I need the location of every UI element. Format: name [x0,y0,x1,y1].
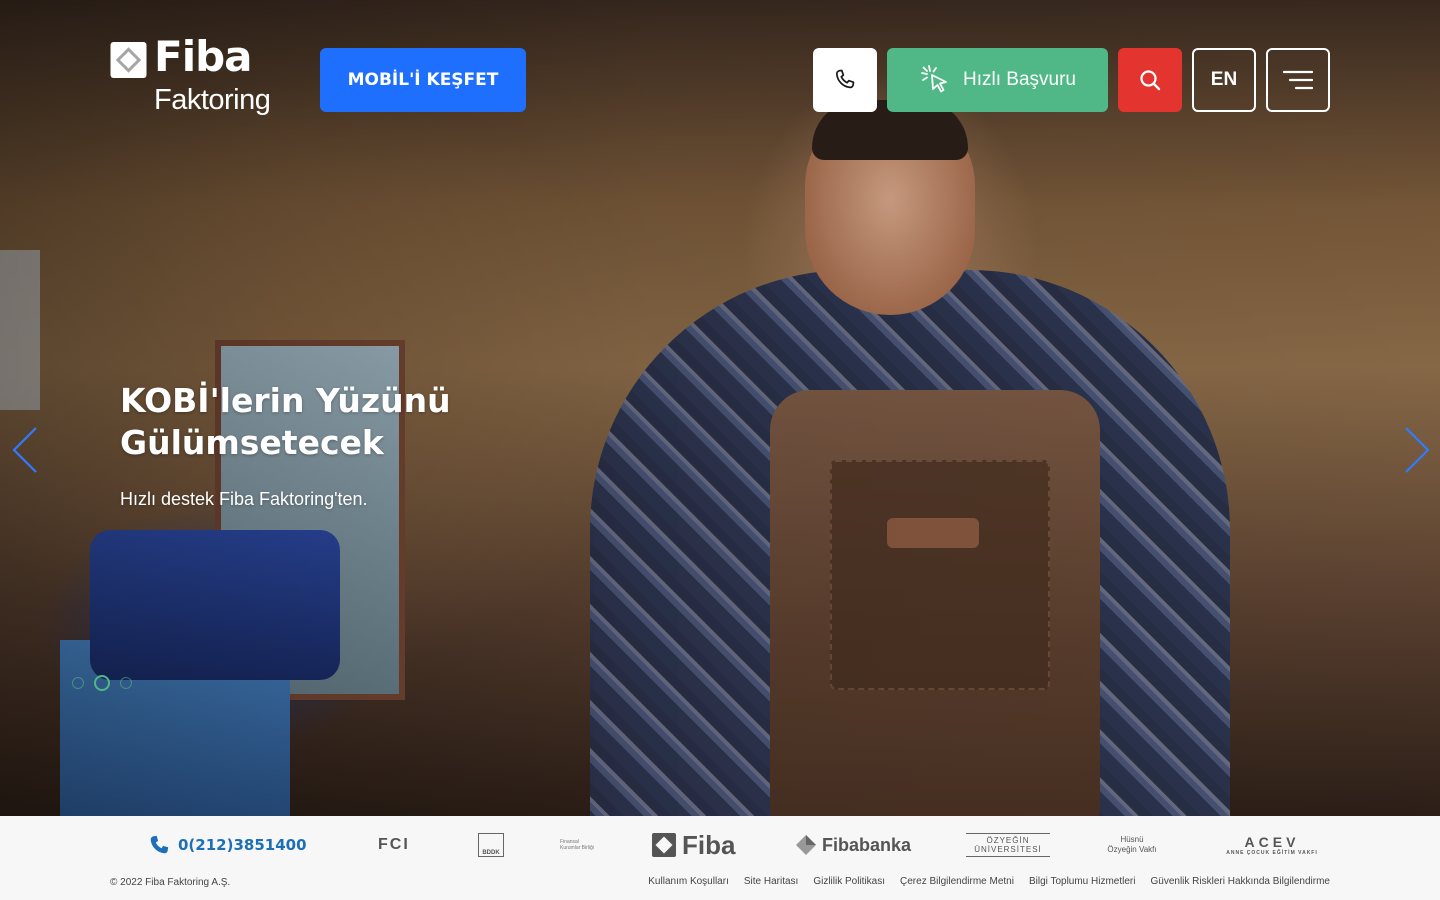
footer: 0(212)3851400 FCI BDDK Finansal Kurumlar… [0,816,1440,900]
slider-pagination [72,675,132,691]
ozyegin-top-text: ÖZYEĞİN [986,836,1030,845]
copyright-text: © 2022 Fiba Faktoring A.Ş. [110,877,231,888]
hero-subtitle: Hızlı destek Fiba Faktoring'ten. [120,489,368,509]
fiba-partner-text: Fiba [682,829,736,860]
bddk-text: BDDK [482,850,500,856]
ozyegin-bottom-text: ÜNİVERSİTESİ [974,845,1042,854]
fibabanka-diamond-icon [796,835,816,855]
footer-link-site-haritasi[interactable]: Site Haritası [744,876,798,887]
menu-button[interactable] [1266,48,1330,112]
chevron-left-icon [12,427,37,473]
slider-next-button[interactable] [1400,424,1434,476]
footer-links: Kullanım Koşulları Site Haritası Gizlili… [648,876,1330,887]
hizli-basvuru-label: Hızlı Başvuru [963,69,1076,90]
phone-icon [835,69,855,89]
footer-link-kullanim-kosullari[interactable]: Kullanım Koşulları [648,876,729,887]
fiba-logo-mark-icon [110,42,147,78]
fibabanka-text: Fibabanka [822,834,912,855]
cursor-click-icon [921,65,947,93]
footer-phone-link[interactable]: 0(212)3851400 [148,834,307,856]
acev-letters: ACEV [1244,834,1300,850]
partner-fiba-logo[interactable]: Fiba [652,830,735,860]
footer-link-bilgi-toplumu[interactable]: Bilgi Toplumu Hizmetleri [1029,876,1136,887]
fkb-text: Finansal Kurumlar Birliği [560,839,594,851]
husnu-bottom-text: Özyeğin Vakfı [1107,845,1157,854]
language-switch-button[interactable]: EN [1192,48,1256,112]
partner-fci-logo[interactable]: FCI [378,830,410,860]
logo-text-faktoring: Faktoring [154,84,271,116]
footer-link-gizlilik-politikasi[interactable]: Gizlilik Politikası [813,876,885,887]
slider-dot-1[interactable] [72,677,84,689]
chevron-right-icon [1405,427,1430,473]
slider-prev-button[interactable] [8,424,42,476]
fiba-mark-icon [652,833,676,857]
partner-bddk-logo[interactable]: BDDK [478,833,504,857]
partner-fkb-logo[interactable]: Finansal Kurumlar Birliği [560,830,600,860]
fci-text: FCI [378,836,410,853]
fiba-faktoring-logo[interactable]: Fiba Faktoring [110,32,290,125]
search-icon [1140,70,1161,91]
mobil-kesfet-button[interactable]: MOBİL'İ KEŞFET [320,48,526,112]
phone-button[interactable] [813,48,877,112]
phone-icon [150,835,169,854]
partner-fibabanka-logo[interactable]: Fibabanka [796,830,911,860]
slider-dot-2[interactable] [94,675,110,691]
footer-link-guvenlik-riskleri[interactable]: Güvenlik Riskleri Hakkında Bilgilendirme [1150,876,1330,887]
acev-sub-text: ANNE ÇOCUK EĞİTİM VAKFI [1226,850,1318,856]
partner-husnu-ozyegin-vakfi-logo[interactable]: Hüsnü Özyeğin Vakfı [1104,830,1160,860]
footer-link-cerez-bilgilendirme[interactable]: Çerez Bilgilendirme Metni [900,876,1014,887]
husnu-top-text: Hüsnü [1120,835,1144,844]
slider-dot-3[interactable] [120,677,132,689]
logo-text-fiba: Fiba [154,32,252,81]
partner-ozyegin-universitesi-logo[interactable]: ÖZYEĞİN ÜNİVERSİTESİ [966,833,1050,857]
footer-phone-number: 0(212)3851400 [178,836,307,854]
hero-title: KOBİ'lerin Yüzünü Gülümsetecek [120,381,451,462]
partner-acev-logo[interactable]: ACEV ANNE ÇOCUK EĞİTİM VAKFI [1214,830,1330,860]
hizli-basvuru-button[interactable]: Hızlı Başvuru [887,48,1108,112]
search-button[interactable] [1118,48,1182,112]
hamburger-menu-icon [1283,70,1313,90]
